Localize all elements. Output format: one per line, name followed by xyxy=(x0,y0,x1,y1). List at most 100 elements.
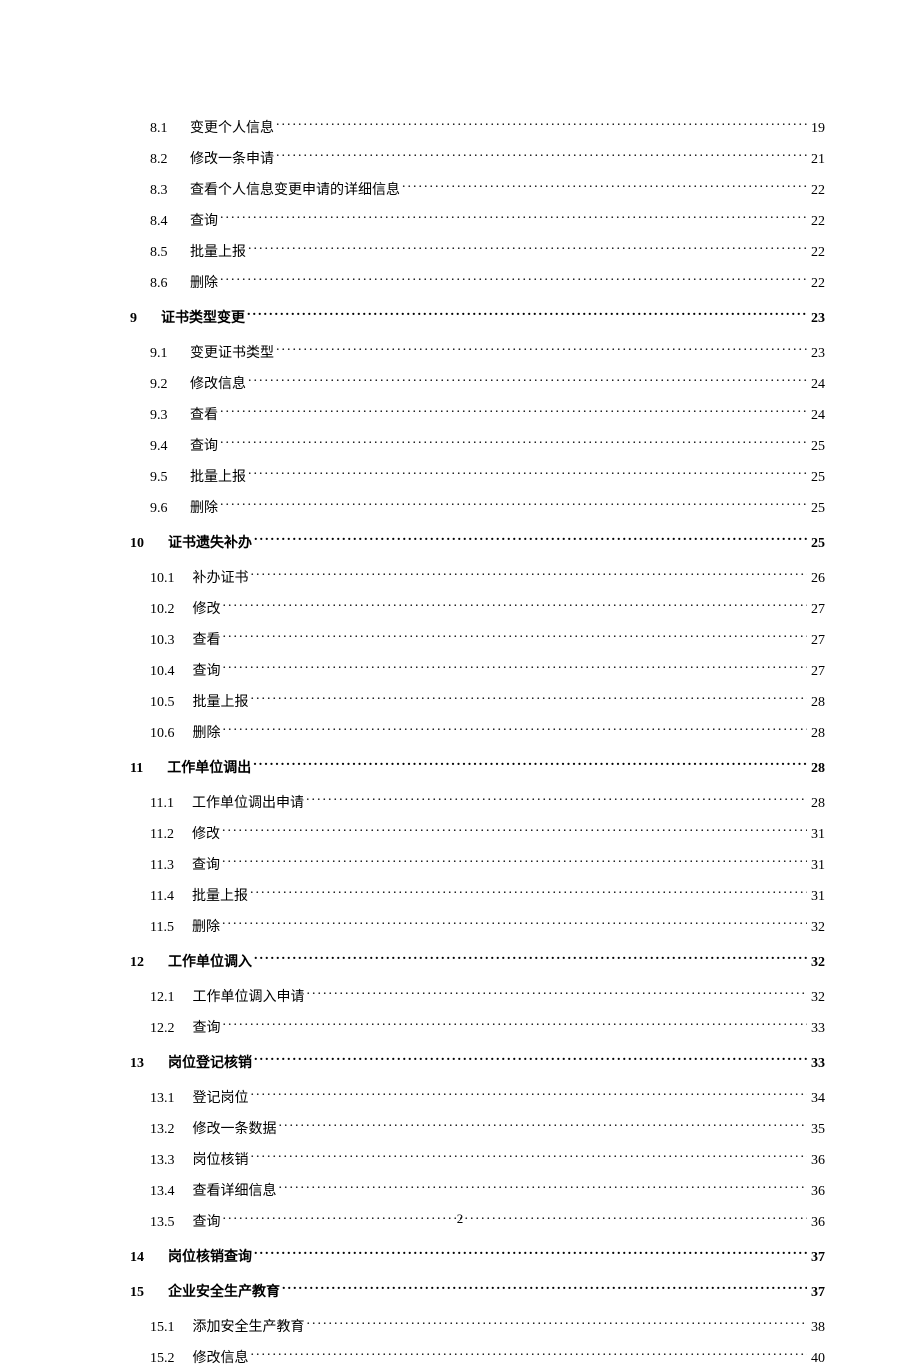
toc-entry-page: 23 xyxy=(809,343,825,364)
toc-entry[interactable]: 9.5批量上报25 xyxy=(130,467,825,488)
toc-entry[interactable]: 10.5批量上报28 xyxy=(130,692,825,713)
toc-entry-page: 22 xyxy=(809,273,825,294)
toc-entry[interactable]: 11.3查询31 xyxy=(130,855,825,876)
toc-entry[interactable]: 10.6删除28 xyxy=(130,723,825,744)
toc-entry[interactable]: 8.5批量上报22 xyxy=(130,242,825,263)
toc-entry-title: 修改信息 xyxy=(193,1348,249,1369)
toc-entry-title: 证书遗失补办 xyxy=(168,533,252,554)
toc-entry[interactable]: 10.3查看27 xyxy=(130,630,825,651)
toc-leader-dots xyxy=(251,692,808,706)
toc-entry[interactable]: 12.2查询33 xyxy=(130,1018,825,1039)
toc-entry-title: 查询 xyxy=(193,1018,221,1039)
toc-leader-dots xyxy=(276,343,807,357)
toc-entry[interactable]: 8.2修改一条申请21 xyxy=(130,149,825,170)
toc-entry[interactable]: 15企业安全生产教育37 xyxy=(130,1282,825,1303)
toc-entry-page: 37 xyxy=(809,1282,825,1303)
toc-leader-dots xyxy=(250,886,807,900)
toc-leader-dots xyxy=(254,533,807,547)
toc-entry[interactable]: 11.2修改31 xyxy=(130,824,825,845)
page-number: 2 xyxy=(0,1211,920,1227)
toc-leader-dots xyxy=(276,118,807,132)
toc-leader-dots xyxy=(253,758,807,772)
toc-entry-title: 查询 xyxy=(193,661,221,682)
toc-entry-number: 11.5 xyxy=(150,917,192,938)
toc-leader-dots xyxy=(306,793,807,807)
toc-leader-dots xyxy=(222,824,807,838)
toc-entry[interactable]: 10.4查询 27 xyxy=(130,661,825,682)
toc-entry[interactable]: 11工作单位调出28 xyxy=(130,758,825,779)
toc-leader-dots xyxy=(254,1247,807,1261)
toc-entry-page: 33 xyxy=(809,1053,825,1074)
toc-entry-number: 10.4 xyxy=(150,661,193,682)
toc-entry[interactable]: 8.4查询22 xyxy=(130,211,825,232)
toc-entry[interactable]: 13.3岗位核销36 xyxy=(130,1150,825,1171)
toc-entry-number: 10.5 xyxy=(150,692,193,713)
toc-leader-dots xyxy=(402,180,807,194)
toc-entry-number: 13.4 xyxy=(150,1181,193,1202)
toc-entry[interactable]: 12工作单位调入32 xyxy=(130,952,825,973)
toc-entry-page: 24 xyxy=(809,374,825,395)
toc-entry[interactable]: 9.2修改信息 24 xyxy=(130,374,825,395)
toc-entry[interactable]: 9.4查询25 xyxy=(130,436,825,457)
toc-entry[interactable]: 10.2修改27 xyxy=(130,599,825,620)
toc-entry-page: 40 xyxy=(809,1348,825,1369)
toc-entry-page: 25 xyxy=(809,533,825,554)
toc-leader-dots xyxy=(248,242,807,256)
toc-entry[interactable]: 11.5删除 32 xyxy=(130,917,825,938)
toc-entry-title: 删除 xyxy=(192,917,220,938)
toc-leader-dots xyxy=(248,374,807,388)
toc-entry-title: 查询 xyxy=(190,436,218,457)
toc-entry-number: 9.5 xyxy=(150,467,190,488)
toc-entry-title: 变更证书类型 xyxy=(190,343,274,364)
toc-entry-page: 27 xyxy=(809,661,825,682)
toc-entry-title: 变更个人信息 xyxy=(190,118,274,139)
toc-entry[interactable]: 10证书遗失补办25 xyxy=(130,533,825,554)
toc-leader-dots xyxy=(248,467,807,481)
toc-entry-title: 查询 xyxy=(190,211,218,232)
toc-entry[interactable]: 9.1变更证书类型23 xyxy=(130,343,825,364)
toc-entry[interactable]: 10.1补办证书 26 xyxy=(130,568,825,589)
toc-leader-dots xyxy=(251,1150,808,1164)
toc-entry[interactable]: 14岗位核销查询37 xyxy=(130,1247,825,1268)
toc-entry-title: 岗位核销 xyxy=(193,1150,249,1171)
toc-entry-page: 35 xyxy=(809,1119,825,1140)
toc-entry[interactable]: 13.2修改一条数据35 xyxy=(130,1119,825,1140)
toc-entry-title: 批量上报 xyxy=(193,692,249,713)
toc-entry[interactable]: 8.3查看个人信息变更申请的详细信息22 xyxy=(130,180,825,201)
toc-entry-number: 8.5 xyxy=(150,242,190,263)
toc-entry[interactable]: 11.4批量上报31 xyxy=(130,886,825,907)
toc-entry-page: 31 xyxy=(809,855,825,876)
toc-entry-page: 19 xyxy=(809,118,825,139)
toc-entry-title: 补办证书 xyxy=(193,568,249,589)
toc-leader-dots xyxy=(220,273,807,287)
toc-entry[interactable]: 9.6删除25 xyxy=(130,498,825,519)
toc-leader-dots xyxy=(279,1119,808,1133)
toc-leader-dots xyxy=(222,917,807,931)
toc-entry[interactable]: 8.1变更个人信息19 xyxy=(130,118,825,139)
toc-entry-page: 22 xyxy=(809,242,825,263)
toc-entry-title: 修改一条申请 xyxy=(190,149,274,170)
toc-entry[interactable]: 15.2修改信息40 xyxy=(130,1348,825,1369)
toc-leader-dots xyxy=(220,211,807,225)
toc-entry[interactable]: 9证书类型变更23 xyxy=(130,308,825,329)
toc-entry[interactable]: 13.1登记岗位34 xyxy=(130,1088,825,1109)
toc-entry-page: 32 xyxy=(809,917,825,938)
toc-entry-number: 12 xyxy=(130,952,168,973)
toc-entry-number: 10.1 xyxy=(150,568,193,589)
toc-entry[interactable]: 8.6删除22 xyxy=(130,273,825,294)
toc-entry-title: 查看个人信息变更申请的详细信息 xyxy=(190,180,400,201)
toc-leader-dots xyxy=(307,987,808,1001)
toc-entry-title: 修改信息 xyxy=(190,374,246,395)
toc-list: 8.1变更个人信息198.2修改一条申请218.3查看个人信息变更申请的详细信息… xyxy=(130,118,825,1369)
toc-entry[interactable]: 11.1工作单位调出申请28 xyxy=(130,793,825,814)
toc-entry-number: 9.2 xyxy=(150,374,190,395)
toc-entry[interactable]: 15.1添加安全生产教育38 xyxy=(130,1317,825,1338)
toc-entry[interactable]: 13岗位登记核销33 xyxy=(130,1053,825,1074)
toc-entry[interactable]: 9.3查看24 xyxy=(130,405,825,426)
toc-entry-page: 26 xyxy=(809,568,825,589)
toc-entry-number: 12.2 xyxy=(150,1018,193,1039)
toc-leader-dots xyxy=(223,599,808,613)
toc-entry[interactable]: 13.4查看详细信息36 xyxy=(130,1181,825,1202)
toc-entry[interactable]: 12.1工作单位调入申请32 xyxy=(130,987,825,1008)
toc-entry-number: 15.1 xyxy=(150,1317,193,1338)
